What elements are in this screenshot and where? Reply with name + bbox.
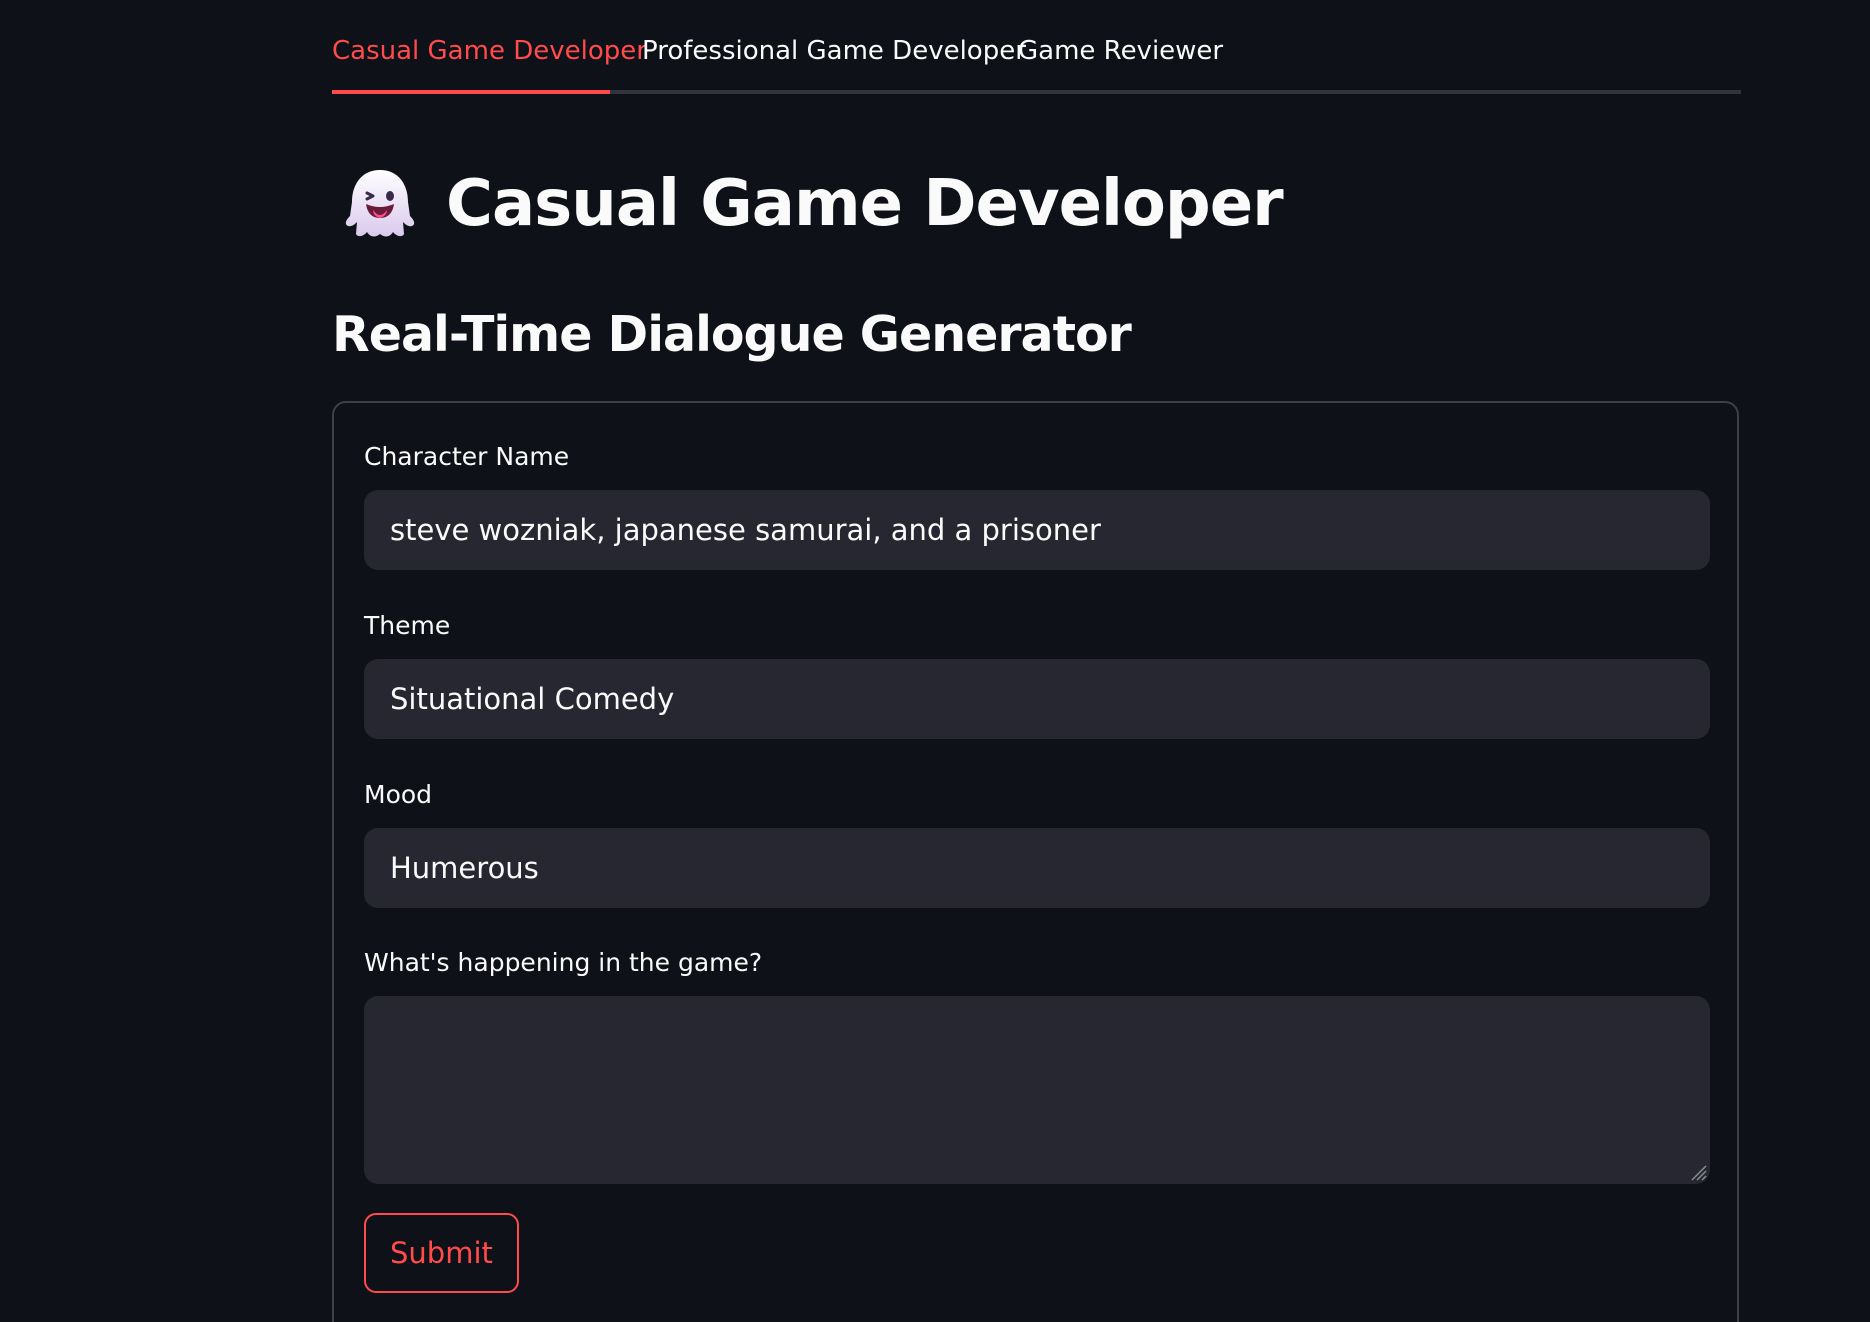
tab-professional-game-developer[interactable]: Professional Game Developer — [642, 34, 1026, 68]
character-name-input[interactable] — [364, 490, 1710, 570]
character-name-label: Character Name — [364, 442, 570, 471]
tab-bar: Casual Game Developer Professional Game … — [332, 0, 1741, 96]
mood-label: Mood — [364, 780, 433, 809]
active-tab-indicator — [332, 90, 610, 94]
tab-casual-game-developer[interactable]: Casual Game Developer — [332, 34, 647, 68]
page-title: Casual Game Developer — [340, 158, 1284, 250]
section-subheader: Real-Time Dialogue Generator — [332, 306, 1132, 363]
ghost-icon — [345, 170, 415, 237]
mood-input[interactable] — [364, 828, 1710, 908]
submit-button[interactable]: Submit — [364, 1213, 519, 1293]
theme-label: Theme — [364, 611, 451, 640]
tab-game-reviewer[interactable]: Game Reviewer — [1018, 34, 1223, 68]
page-title-text: Casual Game Developer — [446, 167, 1284, 241]
theme-input[interactable] — [364, 659, 1710, 739]
game-event-textarea[interactable] — [364, 996, 1710, 1184]
resize-handle-icon[interactable] — [1688, 1162, 1708, 1182]
game-event-label: What's happening in the game? — [364, 948, 763, 977]
app-page: Casual Game Developer Professional Game … — [0, 0, 1870, 1322]
dialogue-form: Character Name Theme Mood What's happeni… — [332, 401, 1739, 1322]
